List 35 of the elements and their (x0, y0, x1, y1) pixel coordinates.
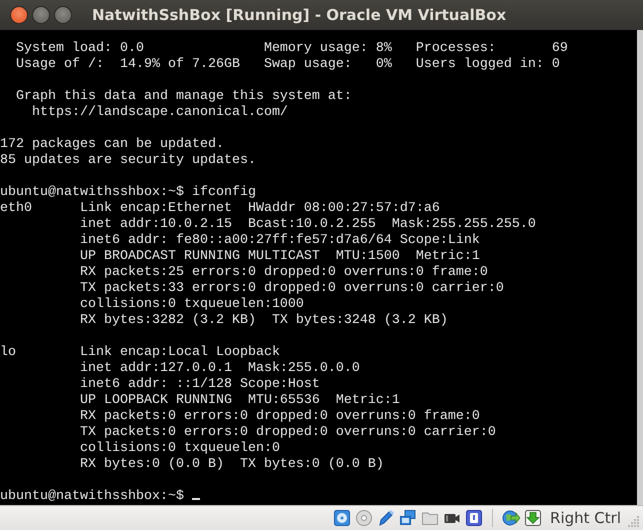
minimize-button[interactable] (32, 6, 50, 24)
terminal-line: inet6 addr: ::1/128 Scope:Host (78, 377, 320, 393)
terminal-line: UP LOOPBACK RUNNING MTU:65536 Metric:1 (78, 393, 400, 409)
terminal-line: eth0 Link encap:Ethernet HWaddr 08:00:27:57:d7:a6 (0, 201, 440, 217)
terminal-line: Usage of /: 14.9% of 7.26GB Swap usage: 0% Users logged in: 0 (14, 57, 560, 73)
terminal-line: inet addr:10.0.2.15 Bcast:10.0.2.255 Mask:255.255.255.0 (78, 217, 536, 233)
terminal-line: collisions:0 txqueuelen:1000 (78, 297, 304, 313)
terminal-line: Graph this data and manage this system at: (14, 89, 352, 105)
terminal-line: inet6 addr: fe80::a00:27ff:fe57:d7a6/64 Scope:Link (78, 233, 480, 249)
globe-icon[interactable] (502, 509, 520, 527)
terminal-line: RX bytes:3282 (3.2 KB) TX bytes:3248 (3.2 KB) (78, 313, 448, 329)
terminal-line: TX packets:33 errors:0 dropped:0 overruns:0 carrier:0 (78, 281, 504, 297)
terminal-line: RX packets:25 errors:0 dropped:0 overruns:0 frame:0 (78, 265, 488, 281)
close-button[interactable] (10, 6, 28, 24)
down-arrow-icon[interactable] (524, 509, 542, 527)
monitors-icon[interactable] (399, 509, 418, 527)
terminal-line: collisions:0 txqueuelen:0 (78, 441, 280, 457)
host-key-label: Right Ctrl (550, 509, 621, 527)
terminal-line: RX packets:0 errors:0 dropped:0 overruns:0 frame:0 (78, 409, 480, 425)
terminal-line: https://landscape.canonical.com/ (30, 105, 288, 121)
maximize-button[interactable] (54, 6, 72, 24)
terminal-line: 85 updates are security updates. (0, 153, 256, 169)
terminal-line: lo Link encap:Local Loopback (0, 345, 280, 361)
window-title: NatwithSshBox [Running] - Oracle VM VirtualBox (92, 6, 506, 24)
terminal-line: ubuntu@natwithsshbox:~$ ifconfig (0, 185, 256, 201)
terminal-line: 172 packages can be updated. (0, 137, 224, 153)
chip-icon[interactable] (465, 509, 484, 527)
terminal-line: TX packets:0 errors:0 dropped:0 overruns:0 carrier:0 (78, 425, 496, 441)
pen-icon[interactable] (377, 509, 396, 527)
terminal-line: System load: 0.0 Memory usage: 8% Processes: 69 (14, 41, 568, 57)
resize-grip[interactable] (628, 515, 640, 527)
terminal-line: UP BROADCAST RUNNING MULTICAST MTU:1500 Metric:1 (78, 249, 480, 265)
terminal-line: inet addr:127.0.0.1 Mask:255.0.0.0 (78, 361, 360, 377)
terminal-line: RX bytes:0 (0.0 B) TX bytes:0 (0.0 B) (78, 457, 384, 473)
terminal-line: ubuntu@natwithsshbox:~$ (0, 489, 200, 505)
